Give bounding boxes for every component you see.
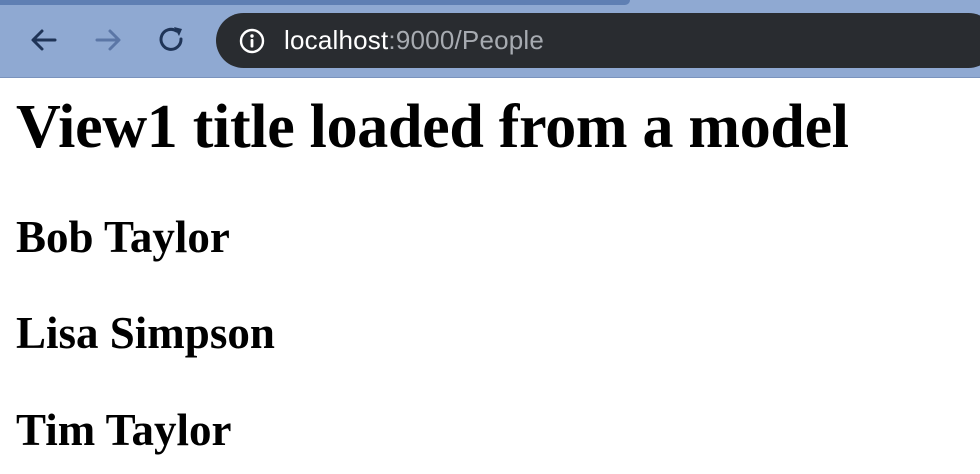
page-title: View1 title loaded from a model xyxy=(16,93,849,161)
address-bar[interactable]: localhost:9000/People xyxy=(216,13,980,68)
url-host: localhost xyxy=(284,25,389,55)
arrow-right-icon xyxy=(95,29,121,51)
person-name: Lisa Simpson xyxy=(16,308,275,358)
url-port-path: :9000/People xyxy=(388,25,545,55)
active-tab-edge[interactable] xyxy=(0,0,630,5)
url-text[interactable]: localhost:9000/People xyxy=(284,25,544,56)
person-name: Tim Taylor xyxy=(16,405,232,455)
forward-button[interactable] xyxy=(90,22,126,58)
info-icon[interactable] xyxy=(238,27,266,55)
back-button[interactable] xyxy=(26,22,62,58)
person-name: Bob Taylor xyxy=(16,212,230,262)
browser-toolbar: localhost:9000/People xyxy=(0,0,980,78)
reload-icon xyxy=(159,27,183,51)
reload-button[interactable] xyxy=(154,22,190,58)
arrow-left-icon xyxy=(31,29,57,51)
